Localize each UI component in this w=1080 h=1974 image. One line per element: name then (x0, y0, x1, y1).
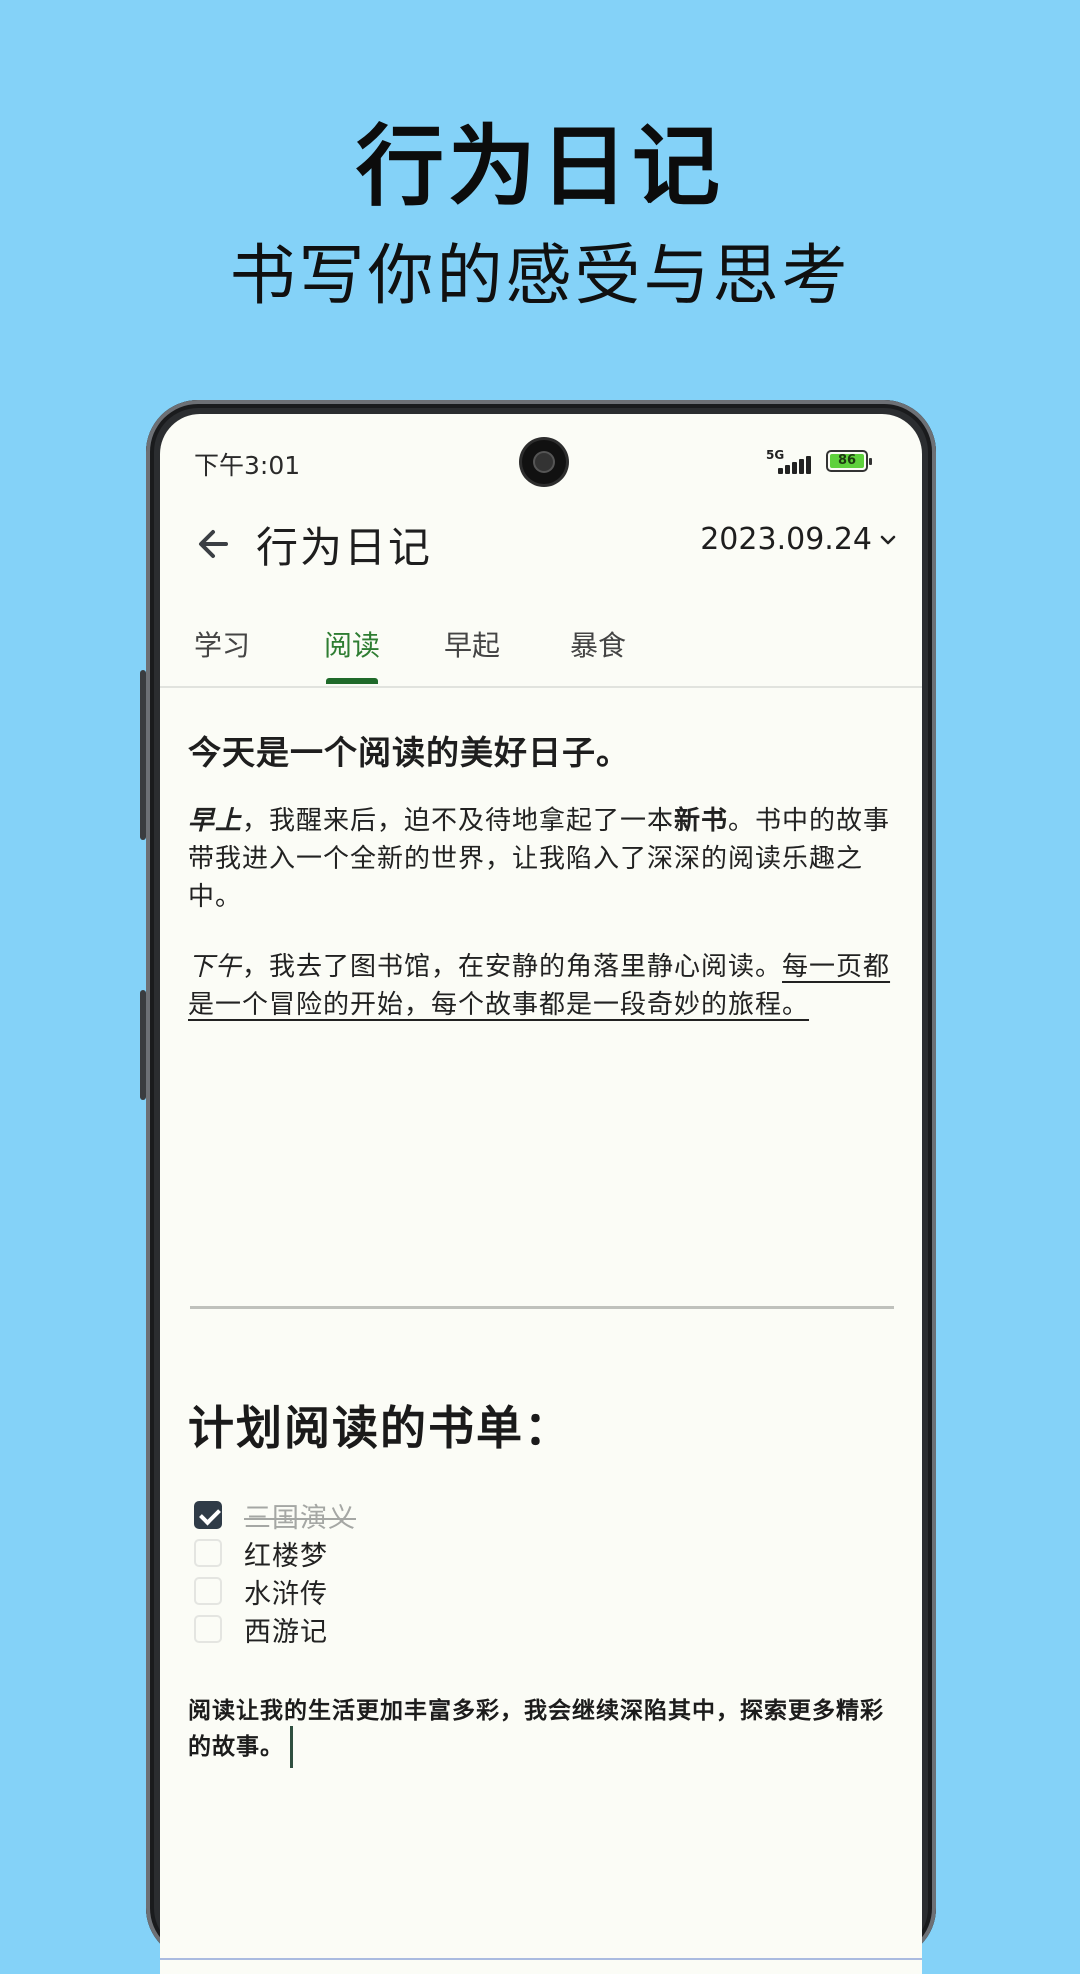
para1-bold: 新书 (674, 806, 729, 836)
phone-frame: 下午3:01 5G 86 行为日记 2023.09.24 学习 阅读 早起 暴食… (140, 400, 936, 1974)
entry-heading: 今天是一个阅读的美好日子。 (188, 733, 630, 772)
tab-early-rise[interactable]: 早起 (422, 624, 522, 664)
front-camera (522, 440, 566, 484)
status-bar: 下午3:01 5G 86 (160, 414, 922, 484)
paragraph-morning: 早上，我醒来后，迫不及待地拿起了一本新书。书中的故事带我进入一个全新的世界，让我… (188, 802, 896, 916)
date-label: 2023.09.24 (700, 522, 872, 557)
book-checklist: 三国演义 红楼梦 水浒传 西游记 (194, 1496, 356, 1648)
tab-reading[interactable]: 阅读 (302, 624, 402, 664)
tab-binge-eating[interactable]: 暴食 (548, 624, 648, 664)
list-item: 水浒传 (194, 1572, 356, 1610)
para2-text: ，我去了图书馆，在安静的角落里静心阅读。 (242, 952, 783, 982)
battery-level: 86 (830, 454, 864, 468)
check-label: 三国演义 (244, 1502, 356, 1534)
check-label: 红楼梦 (244, 1540, 328, 1572)
closing-paragraph: 阅读让我的生活更加丰富多彩，我会继续深陷其中，探索更多精彩的故事。 (188, 1696, 896, 1768)
para1-text-a: ，我醒来后，迫不及待地拿起了一本 (242, 806, 675, 836)
divider (190, 1306, 894, 1309)
check-label: 西游记 (244, 1616, 328, 1648)
check-label: 水浒传 (244, 1578, 328, 1610)
page-title: 行为日记 (256, 523, 433, 572)
list-item: 红楼梦 (194, 1534, 356, 1572)
para1-lead: 早上 (188, 806, 243, 836)
bottom-divider (160, 1958, 922, 1960)
checkbox-checked[interactable] (194, 1501, 222, 1529)
date-selector[interactable]: 2023.09.24 (700, 522, 898, 557)
chevron-down-icon (880, 535, 896, 544)
paragraph-afternoon: 下午，我去了图书馆，在安静的角落里静心阅读。每一页都是一个冒险的开始，每个故事都… (188, 948, 896, 1024)
checkbox[interactable] (194, 1577, 222, 1605)
tab-bar: 学习 阅读 早起 暴食 (160, 604, 922, 688)
tab-study[interactable]: 学习 (172, 624, 272, 664)
promo-title: 行为日记 (355, 115, 724, 218)
promo-subtitle: 书写你的感受与思考 (229, 237, 851, 314)
volume-button (140, 670, 146, 840)
back-button[interactable] (186, 516, 242, 572)
power-button (140, 990, 146, 1100)
app-bar: 行为日记 2023.09.24 (160, 500, 922, 590)
para2-lead: 下午 (188, 952, 243, 982)
status-time: 下午3:01 (194, 451, 301, 480)
signal-icon (778, 454, 814, 474)
arrow-left-icon (199, 530, 228, 558)
checkbox[interactable] (194, 1539, 222, 1567)
list-item: 西游记 (194, 1610, 356, 1648)
tab-indicator (326, 678, 378, 684)
battery-icon: 86 (826, 450, 872, 472)
list-item: 三国演义 (194, 1496, 356, 1534)
plan-heading: 计划阅读的书单： (188, 1401, 572, 1455)
text-cursor (290, 1726, 293, 1768)
app-screen: 下午3:01 5G 86 行为日记 2023.09.24 学习 阅读 早起 暴食… (160, 414, 922, 1974)
checkbox[interactable] (194, 1615, 222, 1643)
